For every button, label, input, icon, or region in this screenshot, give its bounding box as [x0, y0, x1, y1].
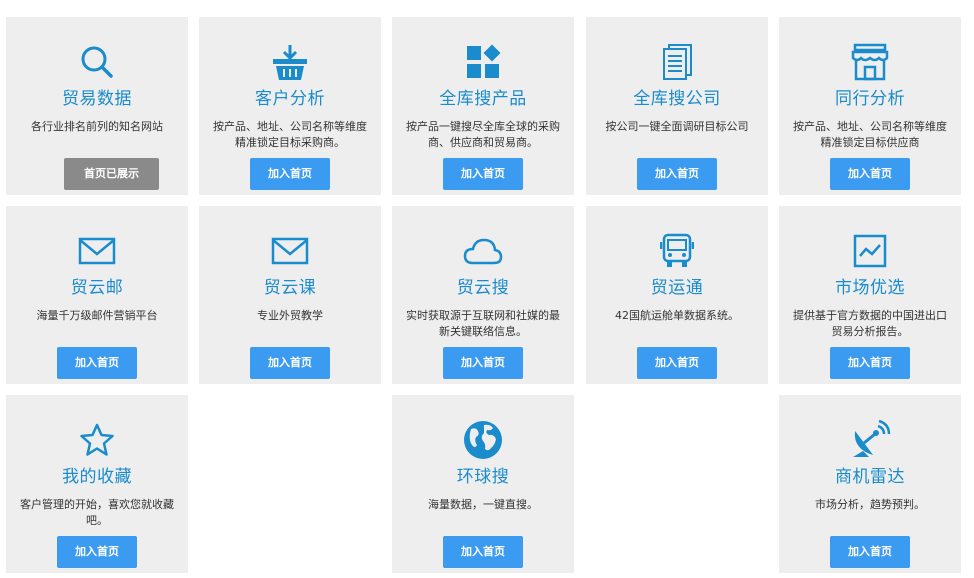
card-trade-course: 贸云课 专业外贸教学 加入首页	[199, 206, 381, 384]
shown-on-homepage-button[interactable]: 首页已展示	[64, 158, 159, 190]
add-to-homepage-button[interactable]: 加入首页	[637, 158, 717, 190]
add-to-homepage-button[interactable]: 加入首页	[250, 158, 330, 190]
add-to-homepage-button[interactable]: 加入首页	[830, 536, 910, 568]
card-title: 贸云课	[263, 278, 317, 298]
add-to-homepage-button[interactable]: 加入首页	[830, 158, 910, 190]
document-icon	[586, 43, 768, 81]
card-description: 市场分析，趋势预判。	[815, 498, 925, 511]
card-description: 按公司一键全面调研目标公司	[605, 120, 749, 133]
add-to-homepage-button[interactable]: 加入首页	[443, 536, 523, 568]
search-icon	[6, 43, 188, 81]
card-my-favorites: 我的收藏 客户管理的开始，喜欢您就收藏吧。 加入首页	[6, 395, 188, 573]
mail-icon	[6, 232, 188, 270]
add-to-homepage-button[interactable]: 加入首页	[57, 536, 137, 568]
card-trade-shipping: 贸运通 42国航运舱单数据系统。 加入首页	[586, 206, 768, 384]
blocks-icon	[392, 43, 574, 81]
card-description: 海量数据，一键直搜。	[428, 498, 538, 511]
card-title: 贸易数据	[62, 89, 132, 109]
card-trade-data: 贸易数据 各行业排名前列的知名网站 首页已展示	[6, 17, 188, 195]
card-title: 市场优选	[835, 278, 905, 298]
card-title: 全库搜公司	[633, 89, 721, 109]
add-to-homepage-button[interactable]: 加入首页	[443, 158, 523, 190]
add-to-homepage-button[interactable]: 加入首页	[830, 347, 910, 379]
card-title: 同行分析	[835, 89, 905, 109]
mail-icon	[199, 232, 381, 270]
chart-icon	[779, 232, 961, 270]
card-title: 贸运通	[650, 278, 704, 298]
card-title: 全库搜产品	[439, 89, 527, 109]
bus-icon	[586, 232, 768, 270]
card-description: 实时获取源于互联网和社媒的最新关键联络信息。	[406, 309, 560, 338]
card-trade-search: 贸云搜 实时获取源于互联网和社媒的最新关键联络信息。 加入首页	[392, 206, 574, 384]
card-description: 客户管理的开始，喜欢您就收藏吧。	[20, 498, 174, 527]
add-to-homepage-button[interactable]: 加入首页	[250, 347, 330, 379]
globe-icon	[392, 421, 574, 459]
card-description: 提供基于官方数据的中国进出口贸易分析报告。	[793, 309, 947, 338]
card-title: 我的收藏	[62, 467, 132, 487]
card-search-companies: 全库搜公司 按公司一键全面调研目标公司 加入首页	[586, 17, 768, 195]
card-description: 各行业排名前列的知名网站	[31, 120, 163, 133]
card-opportunity-radar: 商机雷达 市场分析，趋势预判。 加入首页	[779, 395, 961, 573]
add-to-homepage-button[interactable]: 加入首页	[443, 347, 523, 379]
card-title: 环球搜	[456, 467, 510, 487]
card-title: 商机雷达	[835, 467, 905, 487]
card-customer-analysis: 客户分析 按产品、地址、公司名称等维度精准锁定目标采购商。 加入首页	[199, 17, 381, 195]
card-search-products: 全库搜产品 按产品一键搜尽全库全球的采购商、供应商和贸易商。 加入首页	[392, 17, 574, 195]
cloud-icon	[392, 232, 574, 270]
card-description: 按产品、地址、公司名称等维度精准锁定目标供应商	[793, 120, 947, 149]
card-description: 42国航运舱单数据系统。	[615, 309, 739, 322]
star-icon	[6, 421, 188, 459]
card-global-search: 环球搜 海量数据，一键直搜。 加入首页	[392, 395, 574, 573]
card-title: 贸云搜	[456, 278, 510, 298]
basket-icon	[199, 43, 381, 81]
card-description: 专业外贸教学	[257, 309, 323, 322]
card-market-selection: 市场优选 提供基于官方数据的中国进出口贸易分析报告。 加入首页	[779, 206, 961, 384]
add-to-homepage-button[interactable]: 加入首页	[57, 347, 137, 379]
card-description: 按产品一键搜尽全库全球的采购商、供应商和贸易商。	[406, 120, 560, 149]
card-trade-mail: 贸云邮 海量千万级邮件营销平台 加入首页	[6, 206, 188, 384]
radar-icon	[779, 419, 961, 459]
card-description: 按产品、地址、公司名称等维度精准锁定目标采购商。	[213, 120, 367, 149]
card-peer-analysis: 同行分析 按产品、地址、公司名称等维度精准锁定目标供应商 加入首页	[779, 17, 961, 195]
card-title: 贸云邮	[70, 278, 124, 298]
card-title: 客户分析	[255, 89, 325, 109]
card-description: 海量千万级邮件营销平台	[36, 309, 158, 322]
add-to-homepage-button[interactable]: 加入首页	[637, 347, 717, 379]
store-icon	[779, 43, 961, 81]
